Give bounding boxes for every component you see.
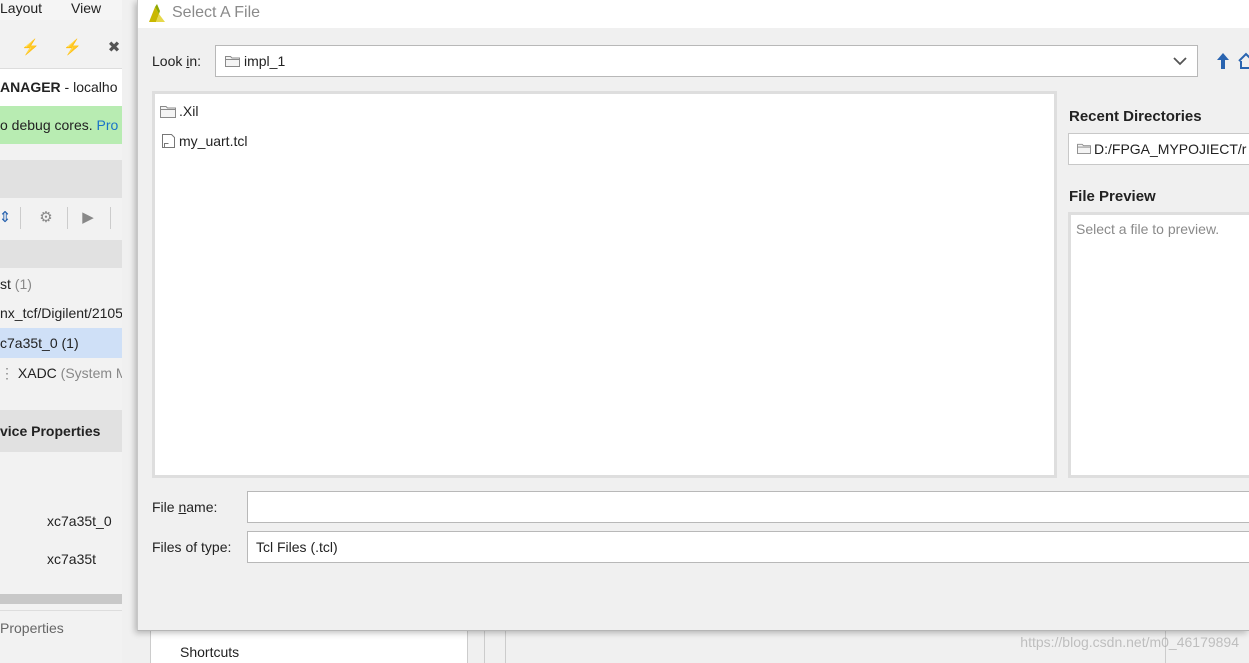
horizontal-scrollbar[interactable]: [0, 594, 122, 604]
run-icon[interactable]: ▶: [79, 208, 97, 228]
home-icon[interactable]: [1237, 51, 1249, 71]
tab-properties[interactable]: Properties: [0, 610, 122, 645]
dialog-title: Select A File: [172, 4, 261, 21]
file-name: .Xil: [179, 103, 199, 119]
file-preview-title: File Preview: [1069, 188, 1156, 205]
list-item-file[interactable]: my_uart.tcl: [159, 129, 247, 153]
look-in-label: Look in:: [152, 53, 202, 69]
manager-title-rest: - localho: [60, 79, 118, 95]
banner-text: o debug cores.: [0, 117, 93, 133]
menu-layout[interactable]: Layout: [0, 0, 42, 16]
list-item-folder[interactable]: .Xil: [159, 99, 198, 123]
recent-directory-value: D:/FPGA_MYPOJIECT/r: [1094, 141, 1247, 157]
tree-row[interactable]: nx_tcf/Digilent/2105: [0, 298, 122, 328]
shortcuts-panel: Shortcuts: [150, 631, 468, 663]
prop-value: xc7a35t_0: [47, 513, 112, 529]
debug-banner: o debug cores. Pro: [0, 106, 122, 144]
menu-bar: Layout View: [0, 0, 122, 20]
file-name-field[interactable]: [247, 491, 1249, 523]
background-app: Layout View ⚡ ⚡ ✖ ANAGER - localho o deb…: [0, 0, 122, 663]
probe-icon[interactable]: ⚡: [63, 39, 82, 57]
banner-link[interactable]: Pro: [97, 117, 119, 133]
watermark: https://blog.csdn.net/m0_46179894: [1020, 634, 1239, 650]
tool-icon[interactable]: ✖: [105, 39, 122, 57]
shortcuts-label[interactable]: Shortcuts: [180, 644, 239, 660]
tree-header: [0, 240, 122, 268]
collapse-expand-icon[interactable]: ⇕: [0, 208, 14, 228]
tree-row[interactable]: st (1): [0, 269, 122, 299]
look-in-combobox[interactable]: impl_1: [215, 45, 1198, 77]
up-one-level-icon[interactable]: [1215, 51, 1231, 71]
look-in-value: impl_1: [244, 53, 286, 69]
file-type-value: Tcl Files (.tcl): [256, 539, 338, 555]
select-file-dialog: Select A File Look in: impl_1 .Xil my_ua…: [137, 0, 1249, 631]
manager-title-bold: ANAGER: [0, 79, 61, 95]
hardware-toolbar: ⇕ ⚙ ▶: [0, 203, 122, 233]
tree-row-selected[interactable]: c7a35t_0 (1): [0, 328, 122, 358]
file-preview-panel: Select a file to preview.: [1068, 212, 1249, 478]
menu-view[interactable]: View: [71, 0, 101, 16]
file-name-label: File name:: [152, 499, 218, 515]
preview-placeholder: Select a file to preview.: [1076, 221, 1220, 237]
file-name: my_uart.tcl: [179, 133, 248, 149]
file-icon: [162, 134, 175, 148]
dialog-titlebar[interactable]: Select A File: [138, 0, 1249, 28]
folder-icon: [160, 106, 176, 118]
prop-value: xc7a35t: [47, 551, 97, 567]
file-type-label: Files of type:: [152, 539, 232, 555]
vivado-logo-icon: [149, 4, 165, 22]
disconnect-icon[interactable]: ⚡: [21, 39, 40, 57]
hardware-manager-title: ANAGER - localho: [0, 68, 122, 106]
recent-directories-title: Recent Directories: [1069, 108, 1202, 125]
file-name-input[interactable]: [248, 492, 1249, 522]
tree-row[interactable]: ⋮ XADC (System M: [0, 358, 122, 388]
folder-icon: [1077, 143, 1091, 154]
settings-icon[interactable]: ⚙: [37, 208, 55, 228]
device-properties-header: vice Properties: [0, 410, 122, 452]
recent-directories-combobox[interactable]: D:/FPGA_MYPOJIECT/r: [1068, 133, 1249, 165]
main-toolbar: ⚡ ⚡ ✖: [0, 33, 122, 63]
chevron-down-icon[interactable]: [1173, 56, 1187, 66]
folder-icon: [225, 56, 240, 67]
file-list[interactable]: .Xil my_uart.tcl: [152, 91, 1057, 478]
file-type-select[interactable]: Tcl Files (.tcl): [247, 531, 1249, 563]
panel-header: [0, 160, 122, 198]
